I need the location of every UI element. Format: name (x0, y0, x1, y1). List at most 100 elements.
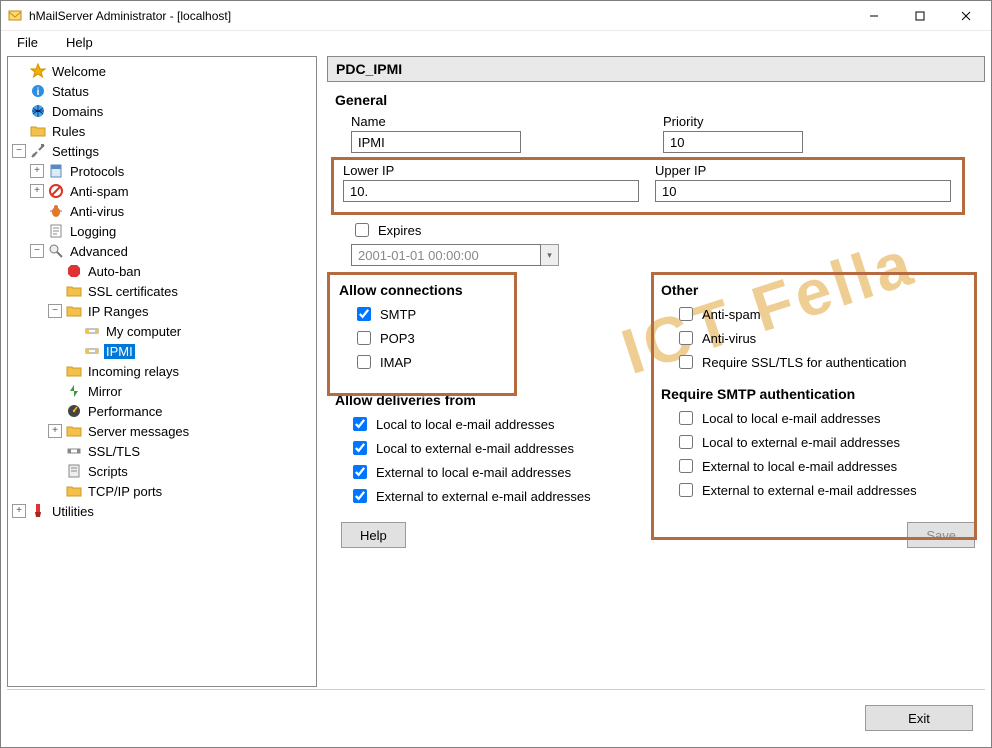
tree-label: Welcome (50, 64, 108, 79)
section-require-auth: Require SMTP authentication (661, 386, 975, 402)
folder-icon (66, 303, 82, 319)
exit-button[interactable]: Exit (865, 705, 973, 731)
expand-icon[interactable]: + (30, 184, 44, 198)
tree-label: Server messages (86, 424, 191, 439)
menubar: File Help (1, 31, 991, 53)
maximize-button[interactable] (897, 1, 943, 31)
tree-node-welcome[interactable]: Welcome (12, 61, 312, 81)
tree-node-sslcerts[interactable]: SSL certificates (48, 281, 312, 301)
titlebar: hMailServer Administrator - [localhost] (1, 1, 991, 31)
tree-node-advanced[interactable]: − Advanced (30, 241, 312, 261)
mirror-icon (66, 383, 82, 399)
tree-node-mirror[interactable]: Mirror (48, 381, 312, 401)
close-button[interactable] (943, 1, 989, 31)
checkbox-imap[interactable]: IMAP (353, 352, 639, 372)
tree-node-servermsgs[interactable]: + Server messages (48, 421, 312, 441)
tree-node-tcpip[interactable]: TCP/IP ports (48, 481, 312, 501)
checkbox-other-antivirus[interactable]: Anti-virus (675, 328, 975, 348)
tree-node-logging[interactable]: Logging (30, 221, 312, 241)
save-button-label: Save (926, 528, 956, 543)
label-other-antivirus: Anti-virus (702, 331, 756, 346)
collapse-icon[interactable]: − (30, 244, 44, 258)
checkbox-deliv-l2e[interactable]: Local to external e-mail addresses (349, 438, 645, 458)
input-lower-ip[interactable] (343, 180, 639, 202)
label-deliv-l2e: Local to external e-mail addresses (376, 441, 574, 456)
tree-node-scripts[interactable]: Scripts (48, 461, 312, 481)
footer: Exit (1, 703, 991, 747)
section-general: General (335, 92, 981, 108)
tree-node-mycomputer[interactable]: My computer (66, 321, 312, 341)
tree-node-settings[interactable]: − Settings (12, 141, 312, 161)
checkbox-deliv-l2l[interactable]: Local to local e-mail addresses (349, 414, 645, 434)
menu-help[interactable]: Help (62, 33, 97, 52)
checkbox-smtp[interactable]: SMTP (353, 304, 639, 324)
minimize-button[interactable] (851, 1, 897, 31)
date-dropdown-button[interactable]: ▾ (541, 244, 559, 266)
nav-tree[interactable]: Welcome iStatus Domains Rules −Settings … (7, 56, 317, 687)
checkbox-expires[interactable]: Expires (351, 220, 981, 240)
ssl-icon (66, 443, 82, 459)
menu-file[interactable]: File (13, 33, 42, 52)
tree-node-antivirus[interactable]: Anti-virus (30, 201, 312, 221)
input-upper-ip[interactable] (655, 180, 951, 202)
label-pop3: POP3 (380, 331, 415, 346)
label-deliv-l2l: Local to local e-mail addresses (376, 417, 554, 432)
tree-node-performance[interactable]: Performance (48, 401, 312, 421)
app-icon (7, 8, 23, 24)
tree-label: TCP/IP ports (86, 484, 164, 499)
checkbox-pop3[interactable]: POP3 (353, 328, 639, 348)
checkbox-auth-l2e[interactable]: Local to external e-mail addresses (675, 432, 975, 452)
label-other-antispam: Anti-spam (702, 307, 761, 322)
checkbox-auth-l2l[interactable]: Local to local e-mail addresses (675, 408, 975, 428)
folder-icon (66, 363, 82, 379)
tree-label: Logging (68, 224, 118, 239)
label-auth-l2e: Local to external e-mail addresses (702, 435, 900, 450)
label-auth-l2l: Local to local e-mail addresses (702, 411, 880, 426)
range-icon (84, 323, 100, 339)
label-smtp: SMTP (380, 307, 416, 322)
help-button[interactable]: Help (341, 522, 406, 548)
expand-icon[interactable]: + (12, 504, 26, 518)
tools-icon (30, 143, 46, 159)
tree-label: Advanced (68, 244, 130, 259)
checkbox-auth-e2e[interactable]: External to external e-mail addresses (675, 480, 975, 500)
tree-node-utilities[interactable]: +Utilities (12, 501, 312, 521)
tree-node-rules[interactable]: Rules (12, 121, 312, 141)
label-deliv-e2l: External to local e-mail addresses (376, 465, 571, 480)
magnifier-icon (48, 243, 64, 259)
tree-node-incoming[interactable]: Incoming relays (48, 361, 312, 381)
tree-node-antispam[interactable]: +Anti-spam (30, 181, 312, 201)
tree-node-ssltls[interactable]: SSL/TLS (48, 441, 312, 461)
svg-text:i: i (37, 87, 40, 98)
expand-icon[interactable]: + (30, 164, 44, 178)
checkbox-other-ssl[interactable]: Require SSL/TLS for authentication (675, 352, 975, 372)
expand-icon[interactable]: + (48, 424, 62, 438)
tree-label: Incoming relays (86, 364, 181, 379)
folder-icon (66, 423, 82, 439)
save-button[interactable]: Save (907, 522, 975, 548)
checkbox-other-antispam[interactable]: Anti-spam (675, 304, 975, 324)
checkbox-deliv-e2l[interactable]: External to local e-mail addresses (349, 462, 645, 482)
gauge-icon (66, 403, 82, 419)
label-deliv-e2e: External to external e-mail addresses (376, 489, 591, 504)
input-name[interactable] (351, 131, 521, 153)
tree-label: Settings (50, 144, 101, 159)
tree-node-protocols[interactable]: +Protocols (30, 161, 312, 181)
input-priority[interactable] (663, 131, 803, 153)
section-allow-connections: Allow connections (339, 282, 639, 298)
script-icon (66, 463, 82, 479)
checkbox-auth-e2l[interactable]: External to local e-mail addresses (675, 456, 975, 476)
collapse-icon[interactable]: − (48, 304, 62, 318)
tree-node-domains[interactable]: Domains (12, 101, 312, 121)
input-expires-date (351, 244, 541, 266)
tree-label: Scripts (86, 464, 130, 479)
log-icon (48, 223, 64, 239)
tree-node-status[interactable]: iStatus (12, 81, 312, 101)
tree-node-ipmi[interactable]: IPMI (66, 341, 312, 361)
tree-node-ipranges[interactable]: −IP Ranges (48, 301, 312, 321)
collapse-icon[interactable]: − (12, 144, 26, 158)
section-other: Other (661, 282, 975, 298)
tree-node-autoban[interactable]: Auto-ban (48, 261, 312, 281)
checkbox-deliv-e2e[interactable]: External to external e-mail addresses (349, 486, 645, 506)
label-other-ssl: Require SSL/TLS for authentication (702, 355, 907, 370)
